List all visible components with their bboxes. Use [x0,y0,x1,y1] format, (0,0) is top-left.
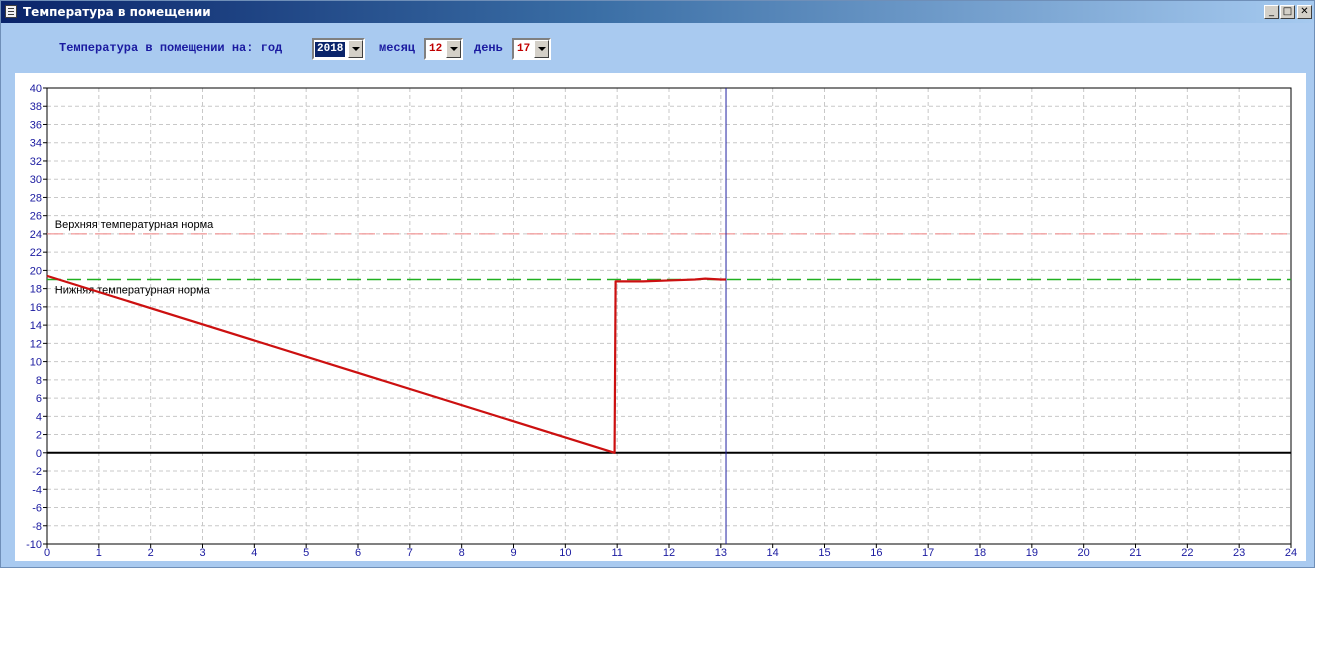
window-title: Температура в помещении [23,5,211,19]
y-tick-label: 6 [36,393,42,405]
y-tick-label: 2 [36,430,42,442]
y-tick-label: -6 [32,503,42,515]
prompt-label: Температура в помещении на: год [59,41,283,55]
x-tick-label: 17 [922,547,934,559]
month-label: месяц [379,41,416,55]
app-icon [5,5,17,18]
y-tick-label: 16 [30,302,42,314]
year-dropdown-icon[interactable] [348,40,363,58]
day-select[interactable]: 17 [512,38,551,60]
x-tick-label: 19 [1026,547,1038,559]
upper-norm-line-label: Верхняя температурная норма [55,219,214,231]
day-label: день [474,41,503,55]
x-tick-label: 12 [663,547,675,559]
x-tick-label: 24 [1285,547,1297,559]
month-value: 12 [429,43,443,55]
x-tick-label: 15 [818,547,830,559]
y-tick-label: 40 [30,83,42,95]
title-bar[interactable]: Температура в помещении _ □ ✕ [1,1,1314,23]
y-tick-label: 38 [30,101,42,113]
year-select[interactable]: 2018 [312,38,365,60]
x-tick-label: 1 [96,547,102,559]
y-tick-label: -8 [32,521,42,533]
x-tick-label: 0 [44,547,50,559]
app-window: Температура в помещении _ □ ✕ Температур… [0,0,1315,568]
minimize-button[interactable]: _ [1264,5,1279,19]
y-tick-label: 0 [36,448,42,460]
x-tick-label: 23 [1233,547,1245,559]
day-dropdown-icon[interactable] [534,40,549,58]
y-tick-label: 20 [30,265,42,277]
date-toolbar: Температура в помещении на: год 2018 мес… [1,37,1314,65]
y-tick-label: 28 [30,192,42,204]
y-tick-label: 18 [30,284,42,296]
year-value: 2018 [313,41,347,58]
x-tick-label: 22 [1181,547,1193,559]
y-tick-label: -2 [32,466,42,478]
y-tick-label: 22 [30,247,42,259]
y-tick-label: -4 [32,484,42,496]
x-tick-label: 11 [611,547,622,559]
x-tick-label: 16 [870,547,882,559]
x-tick-label: 21 [1129,547,1141,559]
y-tick-label: 26 [30,211,42,223]
x-tick-label: 13 [715,547,727,559]
x-tick-label: 10 [559,547,571,559]
x-tick-label: 18 [974,547,986,559]
x-tick-label: 2 [148,547,154,559]
month-select[interactable]: 12 [424,38,463,60]
x-tick-label: 14 [767,547,779,559]
x-tick-label: 3 [199,547,205,559]
y-tick-label: 12 [30,338,42,350]
y-tick-label: 10 [30,357,42,369]
temperature-chart: -10-8-6-4-202468101214161820222426283032… [26,83,1297,559]
x-tick-label: 7 [407,547,413,559]
x-tick-label: 20 [1078,547,1090,559]
x-tick-label: 5 [303,547,309,559]
y-tick-label: 8 [36,375,42,387]
x-tick-label: 4 [251,547,257,559]
y-tick-label: 4 [36,411,42,423]
y-tick-label: -10 [26,539,42,551]
x-tick-label: 6 [355,547,361,559]
y-tick-label: 14 [30,320,42,332]
y-tick-label: 24 [30,229,42,241]
month-dropdown-icon[interactable] [446,40,461,58]
y-tick-label: 30 [30,174,42,186]
chart-panel: -10 -8 -6 -4 -2 0 2 4 6 8 10 12 14 16 18 20 22 24 26 28 30 32… [15,73,1306,561]
maximize-button[interactable]: □ [1280,5,1295,19]
close-button[interactable]: ✕ [1297,5,1312,19]
x-tick-label: 8 [459,547,465,559]
day-value: 17 [517,43,531,55]
y-tick-label: 36 [30,119,42,131]
y-tick-label: 32 [30,156,42,168]
x-tick-label: 9 [510,547,516,559]
y-tick-label: 34 [30,138,42,150]
